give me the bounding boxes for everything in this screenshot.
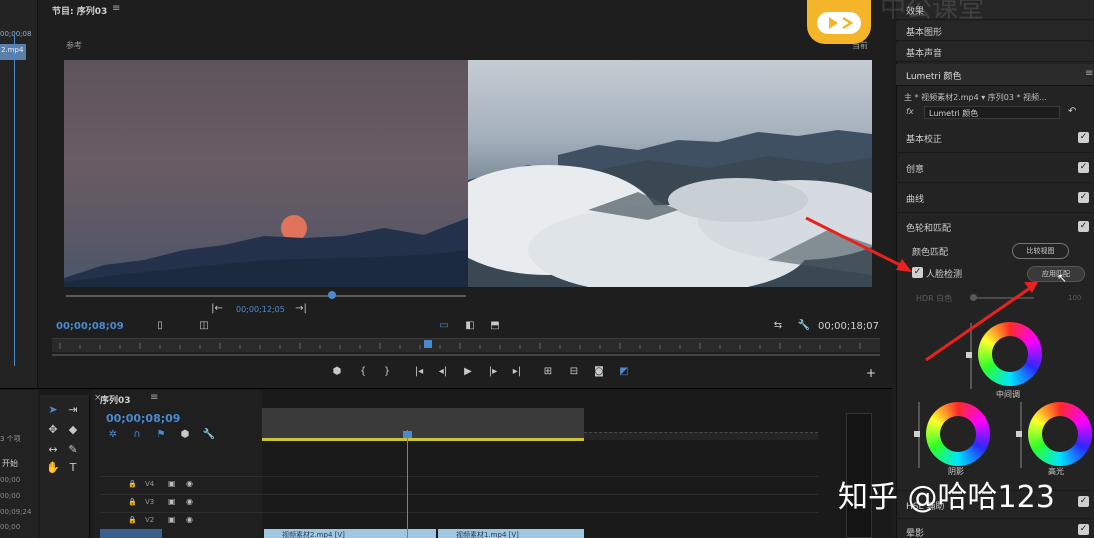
logo-watermark-text: 中公课堂: [880, 0, 985, 24]
premiere-window: 00;00;08 2.mp4 节目: 序列03 ≡ 参考 当前 |← 00;00…: [0, 0, 1094, 538]
arrow-to-face-detection: [805, 216, 907, 270]
watermark: 知乎 @哈哈123: [838, 480, 1055, 515]
logo-face-icon: [817, 12, 861, 34]
annotation-arrows: [805, 216, 1038, 362]
logo-badge: [807, 0, 871, 44]
arrow-to-apply-match: [925, 286, 1031, 362]
